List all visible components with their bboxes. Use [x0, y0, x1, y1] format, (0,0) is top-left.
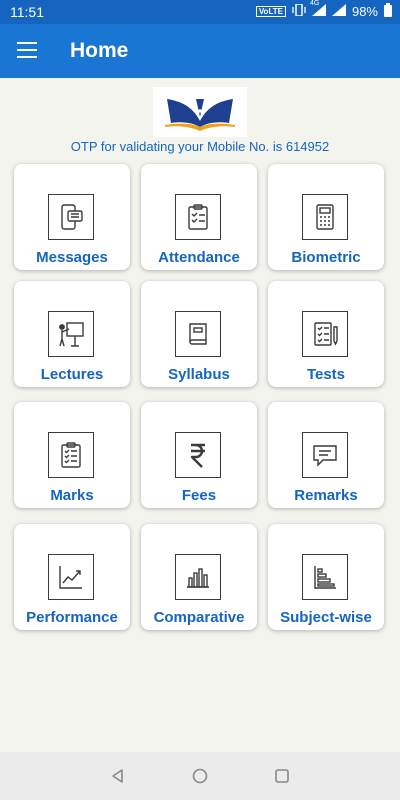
- system-nav-bar: [0, 752, 400, 800]
- school-logo: [153, 87, 247, 137]
- signal-icon: 4G: [310, 0, 326, 19]
- tile-label: Marks: [50, 487, 94, 504]
- tile-biometric[interactable]: Biometric: [268, 164, 384, 270]
- tile-label: Attendance: [158, 249, 240, 266]
- tile-label: Remarks: [294, 487, 358, 504]
- tile-label: Biometric: [291, 249, 361, 266]
- rupee-icon: [175, 432, 221, 478]
- recents-icon[interactable]: [272, 766, 292, 786]
- tile-label: Performance: [26, 609, 118, 626]
- line-chart-icon: [48, 554, 94, 600]
- tile-remarks[interactable]: Remarks: [268, 402, 384, 508]
- battery-level: 98%: [351, 4, 378, 19]
- app-bar: Home: [0, 24, 400, 78]
- tile-marks[interactable]: Marks: [14, 402, 130, 508]
- status-icons: VoLTE 4G 98%: [255, 0, 392, 20]
- tile-messages[interactable]: Messages: [14, 164, 130, 270]
- teacher-board-icon: [48, 311, 94, 357]
- tile-performance[interactable]: Performance: [14, 524, 130, 630]
- tile-label: Subject-wise: [280, 609, 372, 626]
- otp-message: OTP for validating your Mobile No. is 61…: [70, 139, 330, 154]
- status-time: 11:51: [10, 4, 44, 20]
- tile-label: Tests: [306, 366, 346, 383]
- vibrate-icon: [292, 3, 306, 19]
- tile-syllabus[interactable]: Syllabus: [141, 281, 257, 387]
- menu-icon[interactable]: [17, 42, 37, 58]
- signal-icon-2: [331, 4, 346, 19]
- clipboard-check-icon: [175, 194, 221, 240]
- speech-bubble-icon: [302, 432, 348, 478]
- battery-icon: [384, 3, 392, 20]
- tile-label: Lectures: [40, 366, 104, 383]
- tile-label: Messages: [36, 249, 108, 266]
- horizontal-bar-chart-icon: [302, 554, 348, 600]
- network-type: 4G: [309, 0, 320, 7]
- volte-badge: VoLTE: [255, 6, 286, 17]
- tile-fees[interactable]: Fees: [141, 402, 257, 508]
- tile-tests[interactable]: Tests: [268, 281, 384, 387]
- tile-attendance[interactable]: Attendance: [141, 164, 257, 270]
- home-circle-icon[interactable]: [190, 766, 210, 786]
- test-sheet-icon: [302, 311, 348, 357]
- marks-clipboard-icon: [48, 432, 94, 478]
- messages-icon: [48, 194, 94, 240]
- page-title: Home: [70, 39, 129, 62]
- status-bar: 11:51 VoLTE 4G 98%: [0, 0, 400, 24]
- tile-comparative[interactable]: Comparative: [141, 524, 257, 630]
- tile-label: Comparative: [153, 609, 245, 626]
- bar-chart-icon: [175, 554, 221, 600]
- tile-label: Fees: [181, 487, 217, 504]
- tile-subject-wise[interactable]: Subject-wise: [268, 524, 384, 630]
- tile-label: Syllabus: [168, 366, 230, 383]
- calculator-icon: [302, 194, 348, 240]
- tile-lectures[interactable]: Lectures: [14, 281, 130, 387]
- book-icon: [175, 311, 221, 357]
- back-icon[interactable]: [108, 766, 128, 786]
